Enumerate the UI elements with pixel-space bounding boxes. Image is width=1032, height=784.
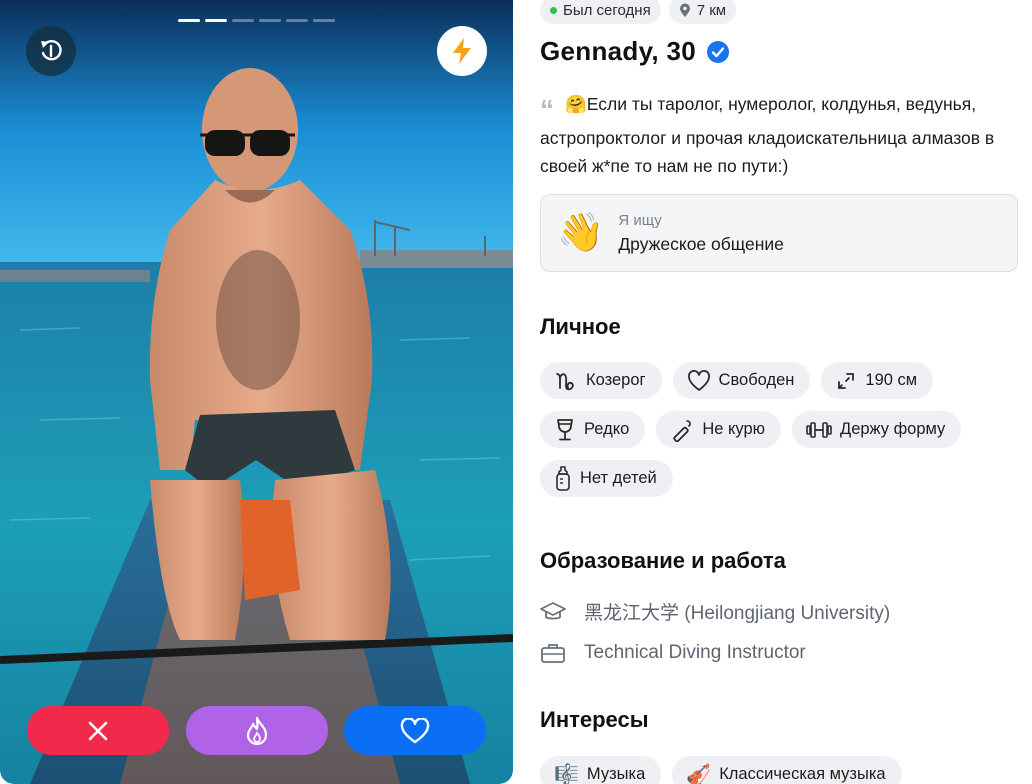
chip-relationship: Свободен [672,362,811,399]
photo-progress-segment[interactable] [313,19,335,22]
chip-label: Музыка [586,765,646,783]
seeking-card: 👋 Я ищу Дружеское общение [540,194,1018,272]
chip-label: Не курю [702,420,766,438]
education-row: 黑龙江大学 (Heilongjiang University) [540,598,890,625]
expand-icon [838,372,855,389]
seeking-value: Дружеское общение [618,233,784,254]
dislike-button[interactable] [27,706,169,755]
flame-icon [246,716,268,745]
baby-bottle-icon [556,465,570,491]
seeking-label: Я ищу [618,211,662,229]
chip-label: Держу форму [840,420,946,438]
profile-photo [0,0,513,784]
online-dot-icon [550,6,557,14]
last-seen-badge: Был сегодня [540,0,661,24]
music-score-icon: 🎼 [554,763,579,784]
bio-emoji: 🤗 [565,94,587,114]
photo-progress-segment[interactable] [205,19,227,22]
photo-progress [178,19,335,22]
interest-chip-classical: 🎻 Классическая музыка [672,756,902,784]
chip-children: Нет детей [540,460,673,497]
bio: “ 🤗Если ты таролог, нумеролог, колдунья, … [540,90,1018,180]
profile-panel: Был сегодня 7 км Gennady, 30 “ 🤗Если ты т… [540,0,1020,784]
capricorn-icon [556,372,574,390]
photo-progress-segment[interactable] [259,19,281,22]
interest-chips: 🎼 Музыка 🎻 Классическая музыка [540,756,902,784]
chip-label: 190 см [865,371,918,389]
wine-glass-icon [557,418,573,440]
photo-progress-segment[interactable] [286,19,308,22]
undo-icon [41,39,62,61]
last-seen-text: Был сегодня [563,1,651,19]
interests-section-title: Интересы [540,707,649,732]
dumbbell-icon [806,421,832,438]
graduation-cap-icon [540,601,566,619]
education-section-title: Образование и работа [540,548,786,573]
photo-progress-segment[interactable] [178,19,200,22]
personal-chips: Козерог Свободен 190 см Редко Не курю Де… [540,362,1020,497]
job-text: Technical Diving Instructor [584,642,806,663]
quote-icon: “ [540,94,554,125]
chip-zodiac: Козерог [540,362,662,399]
chip-label: Классическая музыка [719,765,886,783]
chip-smoking: Не курю [656,411,782,448]
interest-chip-music: 🎼 Музыка [540,756,662,784]
chip-drinking: Редко [540,411,646,448]
heart-outline-icon [687,369,710,391]
close-icon [88,721,108,740]
chip-label: Нет детей [580,469,657,487]
profile-photo-card[interactable] [0,0,513,784]
personal-section-title: Личное [540,314,621,339]
no-smoking-icon [673,419,692,442]
name-row: Gennady, 30 [540,36,730,67]
location-pin-icon [679,3,690,17]
waving-hand-icon: 👋 [557,212,605,254]
chip-label: Редко [584,420,630,438]
like-button[interactable] [344,706,486,755]
boost-button[interactable] [437,26,487,76]
superlike-button[interactable] [186,706,328,755]
distance-text: 7 км [696,1,727,19]
briefcase-icon [541,644,565,663]
status-row: Был сегодня 7 км [540,0,737,24]
photo-progress-segment[interactable] [232,19,254,22]
bio-text: Если ты таролог, нумеролог, колдунья, ве… [540,94,995,176]
lightning-icon [453,38,471,64]
profile-name: Gennady, 30 [540,36,696,66]
chip-fitness: Держу форму [792,411,962,448]
job-row: Technical Diving Instructor [540,642,806,664]
undo-button[interactable] [26,26,76,76]
chip-height: 190 см [821,362,934,399]
chip-label: Козерог [586,371,646,389]
chip-label: Свободен [718,371,795,389]
violin-icon: 🎻 [686,763,712,784]
distance-badge: 7 км [668,0,737,24]
heart-icon [400,717,430,743]
verified-badge-icon [707,40,729,63]
university-text: 黑龙江大学 (Heilongjiang University) [584,603,891,624]
